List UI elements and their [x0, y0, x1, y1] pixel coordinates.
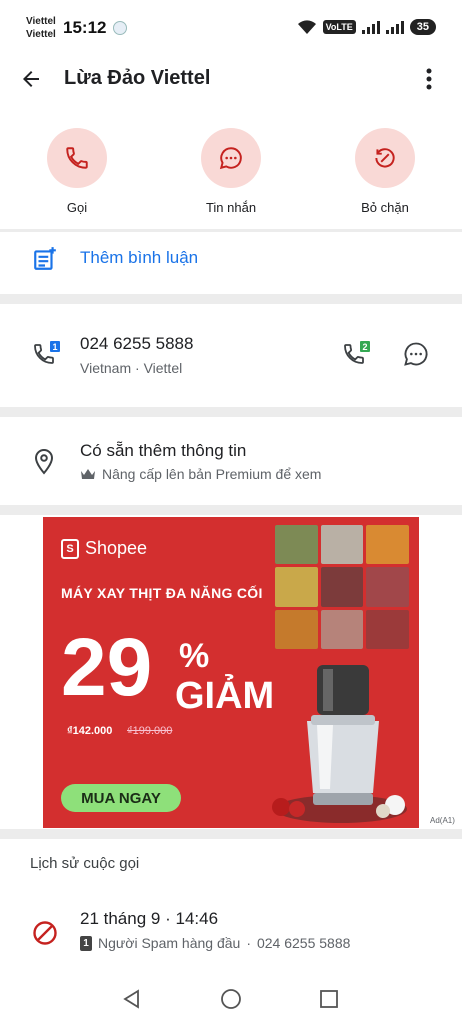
- ad-discount-label: GIẢM: [175, 675, 275, 717]
- spam-label: Người Spam hàng đầu: [98, 935, 241, 951]
- section-divider: [0, 294, 462, 304]
- info-subtitle-row: Nâng cấp lên bản Premium để xem: [80, 466, 321, 482]
- call-sim2-button[interactable]: 2: [342, 340, 372, 375]
- dot-separator: ·: [135, 360, 140, 376]
- battery-icon: 35: [409, 19, 436, 35]
- nav-home-button[interactable]: [218, 986, 244, 1012]
- sim-1-badge: 1: [80, 935, 92, 951]
- back-arrow-icon: [23, 71, 39, 87]
- signal-icon: [361, 20, 380, 34]
- call-label: Gọi: [66, 200, 88, 215]
- phone-number-row[interactable]: 1 024 6255 5888 Vietnam · Viettel 2: [0, 318, 462, 394]
- unblock-label: Bỏ chặn: [361, 200, 409, 215]
- phone-number-details: Vietnam · Viettel: [80, 360, 182, 376]
- volte-badge: VoLTE: [322, 20, 356, 34]
- dot-separator: ·: [246, 935, 251, 951]
- call-datetime: 21 tháng 9 · 14:46: [80, 909, 218, 929]
- ad-brand-name: Shopee: [85, 538, 148, 558]
- ad-price: ₫142.000: [67, 725, 113, 737]
- call-button[interactable]: [47, 128, 107, 188]
- nav-back-button[interactable]: [119, 986, 145, 1012]
- status-bar: Viettel Viettel 15:12 VoLTE 35: [0, 0, 462, 56]
- call-date: 21 tháng 9: [80, 909, 161, 928]
- crown-icon: [81, 469, 95, 479]
- country: Vietnam: [80, 360, 132, 376]
- unblock-button[interactable]: [355, 128, 415, 188]
- call-history-item[interactable]: 21 tháng 9 · 14:46 1 Người Spam hàng đầu…: [0, 900, 462, 962]
- phone-sim1-icon: 1: [34, 341, 60, 364]
- top-app-bar: Lừa Đảo Viettel: [0, 56, 462, 102]
- ad-discount: 29: [61, 622, 153, 713]
- location-pin-icon: [34, 448, 54, 475]
- ad-brand: S Shopee: [61, 538, 147, 559]
- signal-icon-2: [385, 20, 404, 34]
- premium-info-row[interactable]: Có sẵn thêm thông tin Nâng cấp lên bản P…: [0, 428, 462, 494]
- message-icon: [404, 342, 428, 366]
- call-action[interactable]: Gọi: [17, 128, 137, 215]
- divider: [0, 229, 462, 232]
- blocked-icon: [33, 921, 57, 945]
- ad-choice-label[interactable]: Ad(A1): [430, 816, 455, 825]
- ad-old-price: ₫199.000: [127, 725, 173, 737]
- message-button[interactable]: [201, 128, 261, 188]
- notification-app-icon: [113, 21, 127, 35]
- ad-percent: %: [179, 637, 210, 675]
- phone-icon: [66, 147, 88, 169]
- meat-grinder-image: [272, 665, 407, 823]
- carrier-label: Viettel Viettel: [26, 15, 56, 41]
- phone-number: 024 6255 5888: [80, 334, 194, 353]
- wifi-icon: [297, 20, 316, 34]
- phone-sim2-icon: 2: [344, 341, 370, 364]
- circle-home-icon: [221, 989, 241, 1009]
- dot-separator: ·: [165, 909, 171, 928]
- nav-recents-button[interactable]: [316, 986, 342, 1012]
- sim-2-number: 2: [362, 342, 367, 352]
- ad-headline: MÁY XAY THỊT ĐA NĂNG CỐI: [61, 585, 263, 601]
- triangle-back-icon: [123, 989, 139, 1009]
- call-number: 024 6255 5888: [256, 935, 351, 951]
- section-divider: [0, 407, 462, 417]
- info-title: Có sẵn thêm thông tin: [80, 441, 247, 460]
- buy-now-button[interactable]: MUA NGAY: [61, 784, 181, 812]
- call-history-title: Lịch sử cuộc gọi: [30, 855, 140, 872]
- action-buttons: Gọi Tin nhắn Bỏ chặn: [0, 128, 462, 218]
- navigation-bar: [0, 974, 462, 1024]
- ad-photo-grid: [275, 525, 409, 649]
- system-icons: VoLTE 35: [297, 17, 436, 37]
- sim-1-number: 1: [52, 342, 57, 352]
- message-action[interactable]: Tin nhắn: [171, 128, 291, 215]
- back-button[interactable]: [16, 64, 46, 94]
- page-title: Lừa Đảo Viettel: [64, 67, 211, 89]
- carrier: Viettel: [143, 360, 183, 376]
- carrier-2: Viettel: [26, 29, 56, 40]
- more-vert-icon: [426, 68, 432, 90]
- section-divider: [0, 829, 462, 839]
- section-divider: [0, 505, 462, 515]
- call-details: 1 Người Spam hàng đầu · 024 6255 5888: [80, 935, 350, 951]
- square-recents-icon: [320, 990, 338, 1008]
- shopee-ad-banner[interactable]: S Shopee MÁY XAY THỊT ĐA NĂNG CỐI 29 % G…: [43, 517, 419, 828]
- unblock-action[interactable]: Bỏ chặn: [325, 128, 445, 215]
- carrier-1: Viettel: [26, 16, 56, 27]
- clock: 15:12: [63, 18, 107, 37]
- info-subtitle: Nâng cấp lên bản Premium để xem: [102, 466, 322, 482]
- call-time: 14:46: [175, 909, 219, 928]
- add-comment-row[interactable]: Thêm bình luận: [0, 236, 462, 284]
- message-number-button[interactable]: [402, 340, 430, 373]
- message-icon: [219, 147, 242, 170]
- more-options-button[interactable]: [414, 64, 444, 94]
- message-label: Tin nhắn: [205, 200, 257, 215]
- add-comment-label: Thêm bình luận: [80, 248, 199, 267]
- shopee-bag-icon: S: [61, 538, 79, 559]
- add-note-icon: [34, 247, 56, 270]
- unblock-icon: [375, 148, 395, 168]
